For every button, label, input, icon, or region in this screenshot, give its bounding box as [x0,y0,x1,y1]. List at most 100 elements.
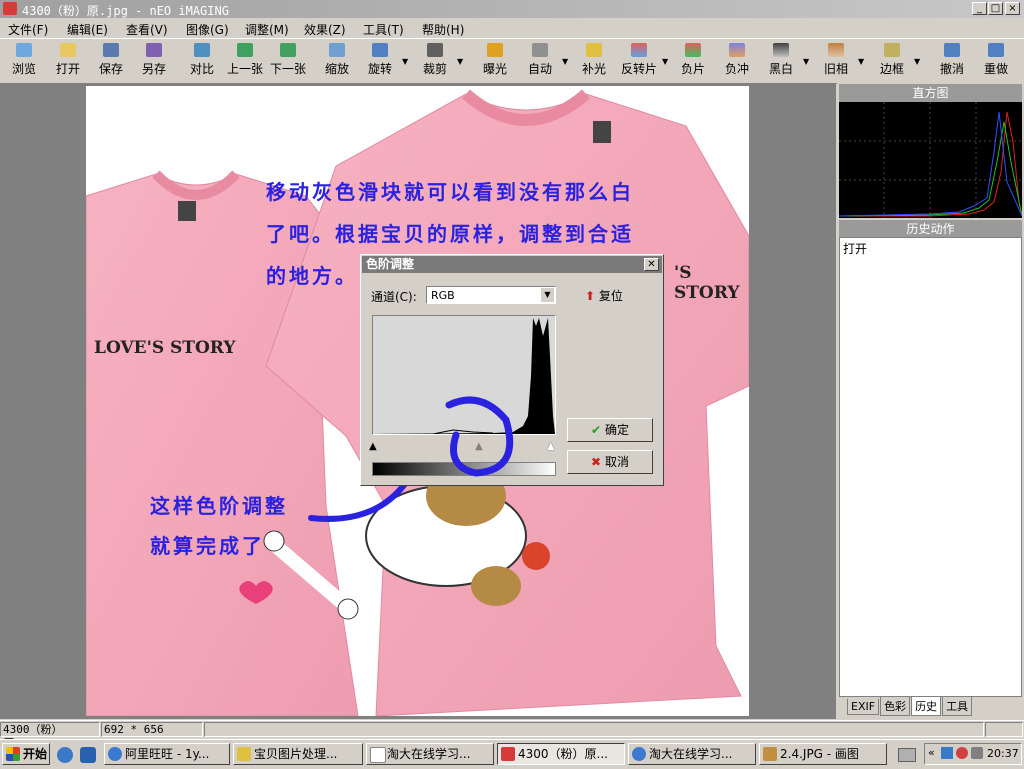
tab-tools[interactable]: 工具 [942,697,973,716]
task-taoda-2[interactable]: 淘大在线学习... [628,743,756,765]
up-arrow-icon: ⬆ [585,289,596,303]
aliwangwang-icon [108,747,122,761]
menu-effects[interactable]: 效果(Z) [304,21,346,38]
next-arrow-icon [280,43,296,57]
security-icon[interactable] [956,747,968,759]
annotation-top-line3: 的地方。 [266,264,358,288]
volume-icon[interactable] [971,747,983,759]
crop-icon [427,43,443,57]
fill-light-button[interactable]: 补光 [578,41,610,81]
black-point-slider-handle[interactable]: ▲ [369,441,377,452]
window-title: 4300（粉）原.jpg - nEO iMAGING [22,4,229,18]
status-empty [204,722,984,737]
menu-edit[interactable]: 编辑(E) [67,21,108,38]
channel-label: 通道(C): [371,290,417,304]
channel-select[interactable]: RGB ▼ [426,286,556,304]
auto-dropdown-icon[interactable]: ▼ [562,57,568,66]
dialog-close-button[interactable]: ✕ [644,258,659,271]
history-panel-title: 历史动作 [839,220,1022,238]
redo-button[interactable]: 重做 [980,41,1012,81]
cancel-button[interactable]: ✖ 取消 [567,450,653,474]
black-white-button[interactable]: 黑白 [765,41,797,81]
next-button[interactable]: 下一张 [268,41,308,81]
task-image-processing[interactable]: 宝贝图片处理... [233,743,363,765]
folder-icon [237,747,251,761]
zoom-button[interactable]: 缩放 [321,41,353,81]
frame-dropdown-icon[interactable]: ▼ [914,57,920,66]
negative-button[interactable]: 负片 [677,41,709,81]
border-frame-button[interactable]: 边框 [876,41,908,81]
auto-button[interactable]: 自动 [524,41,556,81]
network-icon[interactable] [941,747,953,759]
old-photo-button[interactable]: 旧相 [820,41,852,81]
chevron-down-icon[interactable]: ▼ [541,288,554,302]
task-label: 宝贝图片处理... [254,747,338,761]
crop-button[interactable]: 裁剪 [419,41,451,81]
tab-history[interactable]: 历史 [911,697,942,716]
task-taoda-1[interactable]: 淘大在线学习... [366,743,494,765]
reversal-film-icon [631,43,647,57]
keyboard-icon[interactable] [898,748,916,762]
clock: 20:37 [987,747,1019,760]
menu-view[interactable]: 查看(V) [126,21,168,38]
minimize-button[interactable]: _ [972,2,987,15]
exposure-button[interactable]: 曝光 [479,41,511,81]
menu-tools[interactable]: 工具(T) [363,21,404,38]
bw-dropdown-icon[interactable]: ▼ [803,57,809,66]
save-icon [103,43,119,57]
shirt-text-right: 'S STORY [674,263,740,303]
tab-color[interactable]: 色彩 [880,697,911,716]
histogram-panel-title: 直方图 [839,84,1022,102]
task-paint[interactable]: 2.4.JPG - 画图 [759,743,887,765]
browse-button[interactable]: 浏览 [8,41,40,81]
cross-process-button[interactable]: 负冲 [721,41,753,81]
close-button[interactable]: × [1005,2,1020,15]
menu-file[interactable]: 文件(F) [8,21,48,38]
old-photo-dropdown-icon[interactable]: ▼ [858,57,864,66]
task-label: 阿里旺旺 - 1y... [125,747,210,761]
tray-expand-icon[interactable]: « [928,746,935,759]
annotation-bottom-line2: 就算完成了 [150,534,265,558]
tab-exif[interactable]: EXIF [847,699,880,715]
task-neo-imaging[interactable]: 4300（粉）原... [497,743,625,765]
menu-help[interactable]: 帮助(H) [422,21,464,38]
browser-icon [632,747,646,761]
save-button[interactable]: 保存 [95,41,127,81]
ok-button[interactable]: ✔ 确定 [567,418,653,442]
desktop-icon[interactable] [80,747,96,763]
task-label: 淘大在线学习... [649,747,733,761]
menu-image[interactable]: 图像(G) [186,21,229,38]
ie-icon[interactable] [57,747,73,763]
fill-light-icon [586,43,602,57]
shirt-text-left: LOVE'S STORY [94,338,236,358]
maximize-button[interactable]: □ [988,2,1003,15]
open-folder-icon [60,43,76,57]
compare-button[interactable]: 对比 [186,41,218,81]
rotate-button[interactable]: 旋转 [364,41,396,81]
start-button[interactable]: 开始 [2,743,50,765]
cross-process-icon [729,43,745,57]
reversal-dropdown-icon[interactable]: ▼ [662,57,668,66]
panel-tabs: EXIF 色彩 历史 工具 [847,697,973,716]
reversal-film-button[interactable]: 反转片 [618,41,660,81]
task-label: 2.4.JPG - 画图 [780,747,859,761]
history-list: 打开 [839,237,1022,697]
black-white-icon [773,43,789,57]
white-point-slider-handle[interactable]: ▲ [547,441,555,452]
crop-dropdown-icon[interactable]: ▼ [457,57,463,66]
open-button[interactable]: 打开 [52,41,84,81]
reset-button[interactable]: ⬆ 复位 [585,287,645,305]
menu-adjust[interactable]: 调整(M) [245,21,289,38]
check-icon: ✔ [591,423,602,437]
redo-icon [988,43,1004,57]
rotate-dropdown-icon[interactable]: ▼ [402,57,408,66]
history-item[interactable]: 打开 [840,238,1021,259]
system-tray: « 20:37 [924,743,1022,765]
cancel-label: 取消 [604,455,629,469]
undo-button[interactable]: 撤消 [936,41,968,81]
task-aliwangwang[interactable]: 阿里旺旺 - 1y... [104,743,230,765]
neo-imaging-icon [501,747,515,761]
save-as-button[interactable]: 另存 [138,41,170,81]
undo-icon [944,43,960,57]
prev-button[interactable]: 上一张 [225,41,265,81]
